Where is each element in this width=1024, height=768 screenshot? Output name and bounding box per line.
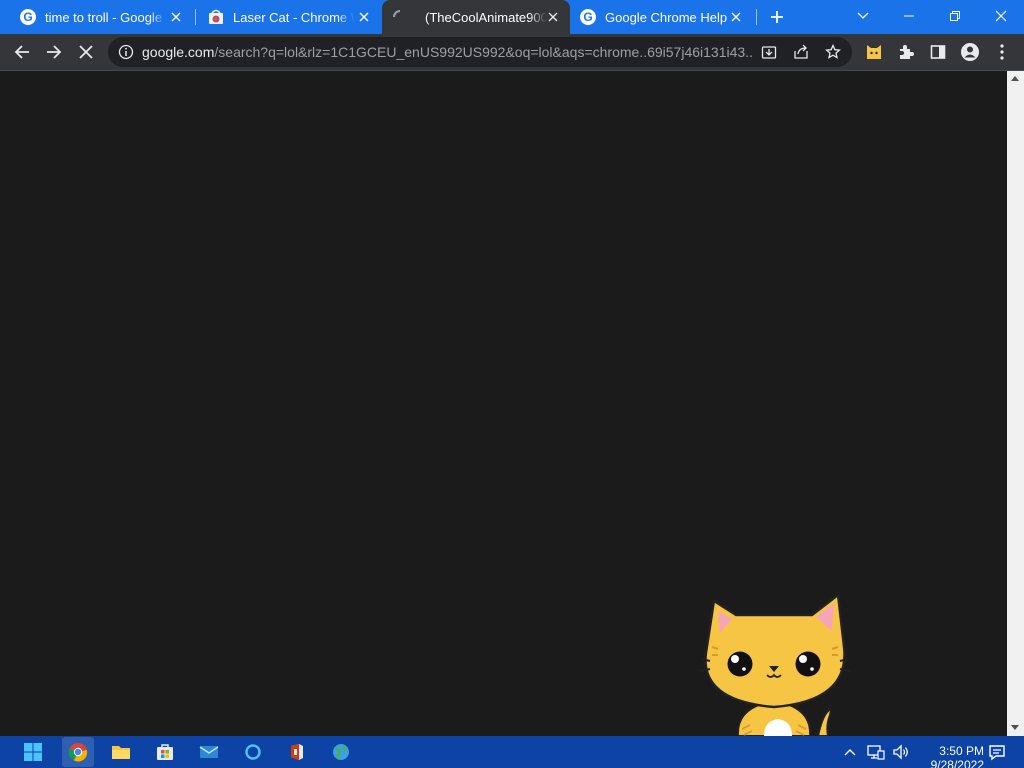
url-path: /search?q=lol&rlz=1C1GCEU_enUS992US992&o… xyxy=(214,44,754,60)
puzzle-icon xyxy=(900,45,914,59)
scroll-up-arrow-icon[interactable] xyxy=(1011,76,1019,81)
tab-laser-cat[interactable]: Laser Cat - Chrome We xyxy=(188,0,381,34)
taskbar-chrome[interactable] xyxy=(62,737,94,767)
kebab-menu-icon xyxy=(1000,44,1004,60)
taskbar-clock-time[interactable]: 3:50 PM xyxy=(920,744,984,758)
file-explorer-icon xyxy=(112,746,130,759)
cat-tail-icon xyxy=(816,708,832,737)
cat-head-icon xyxy=(699,593,851,709)
tab-close-icon[interactable] xyxy=(355,8,373,26)
start-icon xyxy=(24,743,42,761)
taskbar-clock-date[interactable]: 9/28/2022 xyxy=(920,758,984,768)
profile-avatar-icon xyxy=(961,43,979,61)
side-panel-button[interactable] xyxy=(924,38,952,66)
vertical-scrollbar[interactable] xyxy=(1007,71,1024,736)
minimize-icon xyxy=(904,15,914,17)
forward-button[interactable] xyxy=(40,38,68,66)
google-g-icon: G xyxy=(20,9,36,25)
url-host: google.com xyxy=(142,44,215,60)
microsoft-store-icon xyxy=(157,744,173,760)
cortana-icon xyxy=(245,744,261,760)
taskbar-mail[interactable] xyxy=(197,740,221,764)
tab-time-to-troll[interactable]: G time to troll - Google S xyxy=(0,0,193,34)
stop-x-icon xyxy=(79,45,93,59)
network-tray-button[interactable] xyxy=(864,740,888,764)
start-button[interactable] xyxy=(21,740,45,764)
taskbar-file-explorer[interactable] xyxy=(109,740,133,764)
site-info-icon[interactable] xyxy=(118,44,134,60)
back-button[interactable] xyxy=(8,38,36,66)
laser-cat-extension-button[interactable] xyxy=(860,38,888,66)
taskbar-office[interactable] xyxy=(285,740,309,764)
taskbar-network-app[interactable] xyxy=(329,740,353,764)
new-tab-button[interactable] xyxy=(766,6,788,28)
tab-google-chrome-help[interactable]: G Google Chrome Help xyxy=(560,0,753,34)
tab-title: time to troll - Google S xyxy=(45,9,167,25)
tab-strip: G time to troll - Google S Laser Cat - C… xyxy=(0,0,1024,34)
google-g-icon: G xyxy=(580,9,596,25)
notification-chat-icon xyxy=(989,745,1005,761)
chevron-up-icon xyxy=(844,749,856,756)
share-icon[interactable] xyxy=(792,43,810,61)
profile-button[interactable] xyxy=(956,38,984,66)
windows-taskbar: 3:50 PM 9/28/2022 xyxy=(0,736,1024,768)
mail-icon xyxy=(199,746,219,758)
address-bar[interactable]: google.com/search?q=lol&rlz=1C1GCEU_enUS… xyxy=(108,37,852,67)
arrow-left-icon xyxy=(14,45,29,59)
close-icon xyxy=(995,10,1007,22)
cat-extension-icon xyxy=(867,45,881,59)
tab-close-icon[interactable] xyxy=(167,8,185,26)
close-window-button[interactable] xyxy=(978,0,1024,32)
tab-title: (TheCoolAnimate9000 xyxy=(425,9,547,25)
tab-close-icon[interactable] xyxy=(727,8,745,26)
loading-spinner-icon xyxy=(392,9,408,25)
tab-thecoolanimate[interactable]: (TheCoolAnimate9000 xyxy=(382,0,570,34)
laser-cat-mascot[interactable] xyxy=(694,589,854,737)
office-icon xyxy=(291,744,303,760)
tab-search-button[interactable] xyxy=(840,0,886,32)
scroll-down-arrow-icon[interactable] xyxy=(1011,725,1019,730)
tab-separator xyxy=(756,9,757,25)
chrome-icon xyxy=(68,743,88,762)
notifications-button[interactable] xyxy=(985,740,1009,764)
taskbar-microsoft-store[interactable] xyxy=(153,740,177,764)
page-content xyxy=(0,71,1007,736)
minimize-button[interactable] xyxy=(886,0,932,32)
chevron-down-icon xyxy=(857,12,869,19)
taskbar-cortana[interactable] xyxy=(241,740,265,764)
restore-icon xyxy=(950,11,960,21)
volume-tray-button[interactable] xyxy=(889,740,913,764)
network-monitor-icon xyxy=(867,745,885,760)
tab-title: Google Chrome Help xyxy=(605,9,727,25)
install-app-icon[interactable] xyxy=(760,43,778,61)
side-panel-icon xyxy=(930,45,946,59)
bookmark-star-icon[interactable] xyxy=(824,43,842,61)
arrow-right-icon xyxy=(47,45,62,59)
plus-icon xyxy=(771,11,783,23)
restore-button[interactable] xyxy=(932,0,978,32)
show-hidden-icons-button[interactable] xyxy=(838,740,862,764)
chrome-web-store-icon xyxy=(208,9,224,25)
browser-toolbar: google.com/search?q=lol&rlz=1C1GCEU_enUS… xyxy=(0,34,1024,71)
chrome-menu-button[interactable] xyxy=(988,38,1016,66)
speaker-icon xyxy=(893,744,908,760)
extensions-button[interactable] xyxy=(892,38,920,66)
tab-title: Laser Cat - Chrome We xyxy=(233,9,355,25)
url-text[interactable]: google.com/search?q=lol&rlz=1C1GCEU_enUS… xyxy=(142,44,754,60)
network-globe-icon xyxy=(333,744,349,760)
stop-loading-button[interactable] xyxy=(72,38,100,66)
